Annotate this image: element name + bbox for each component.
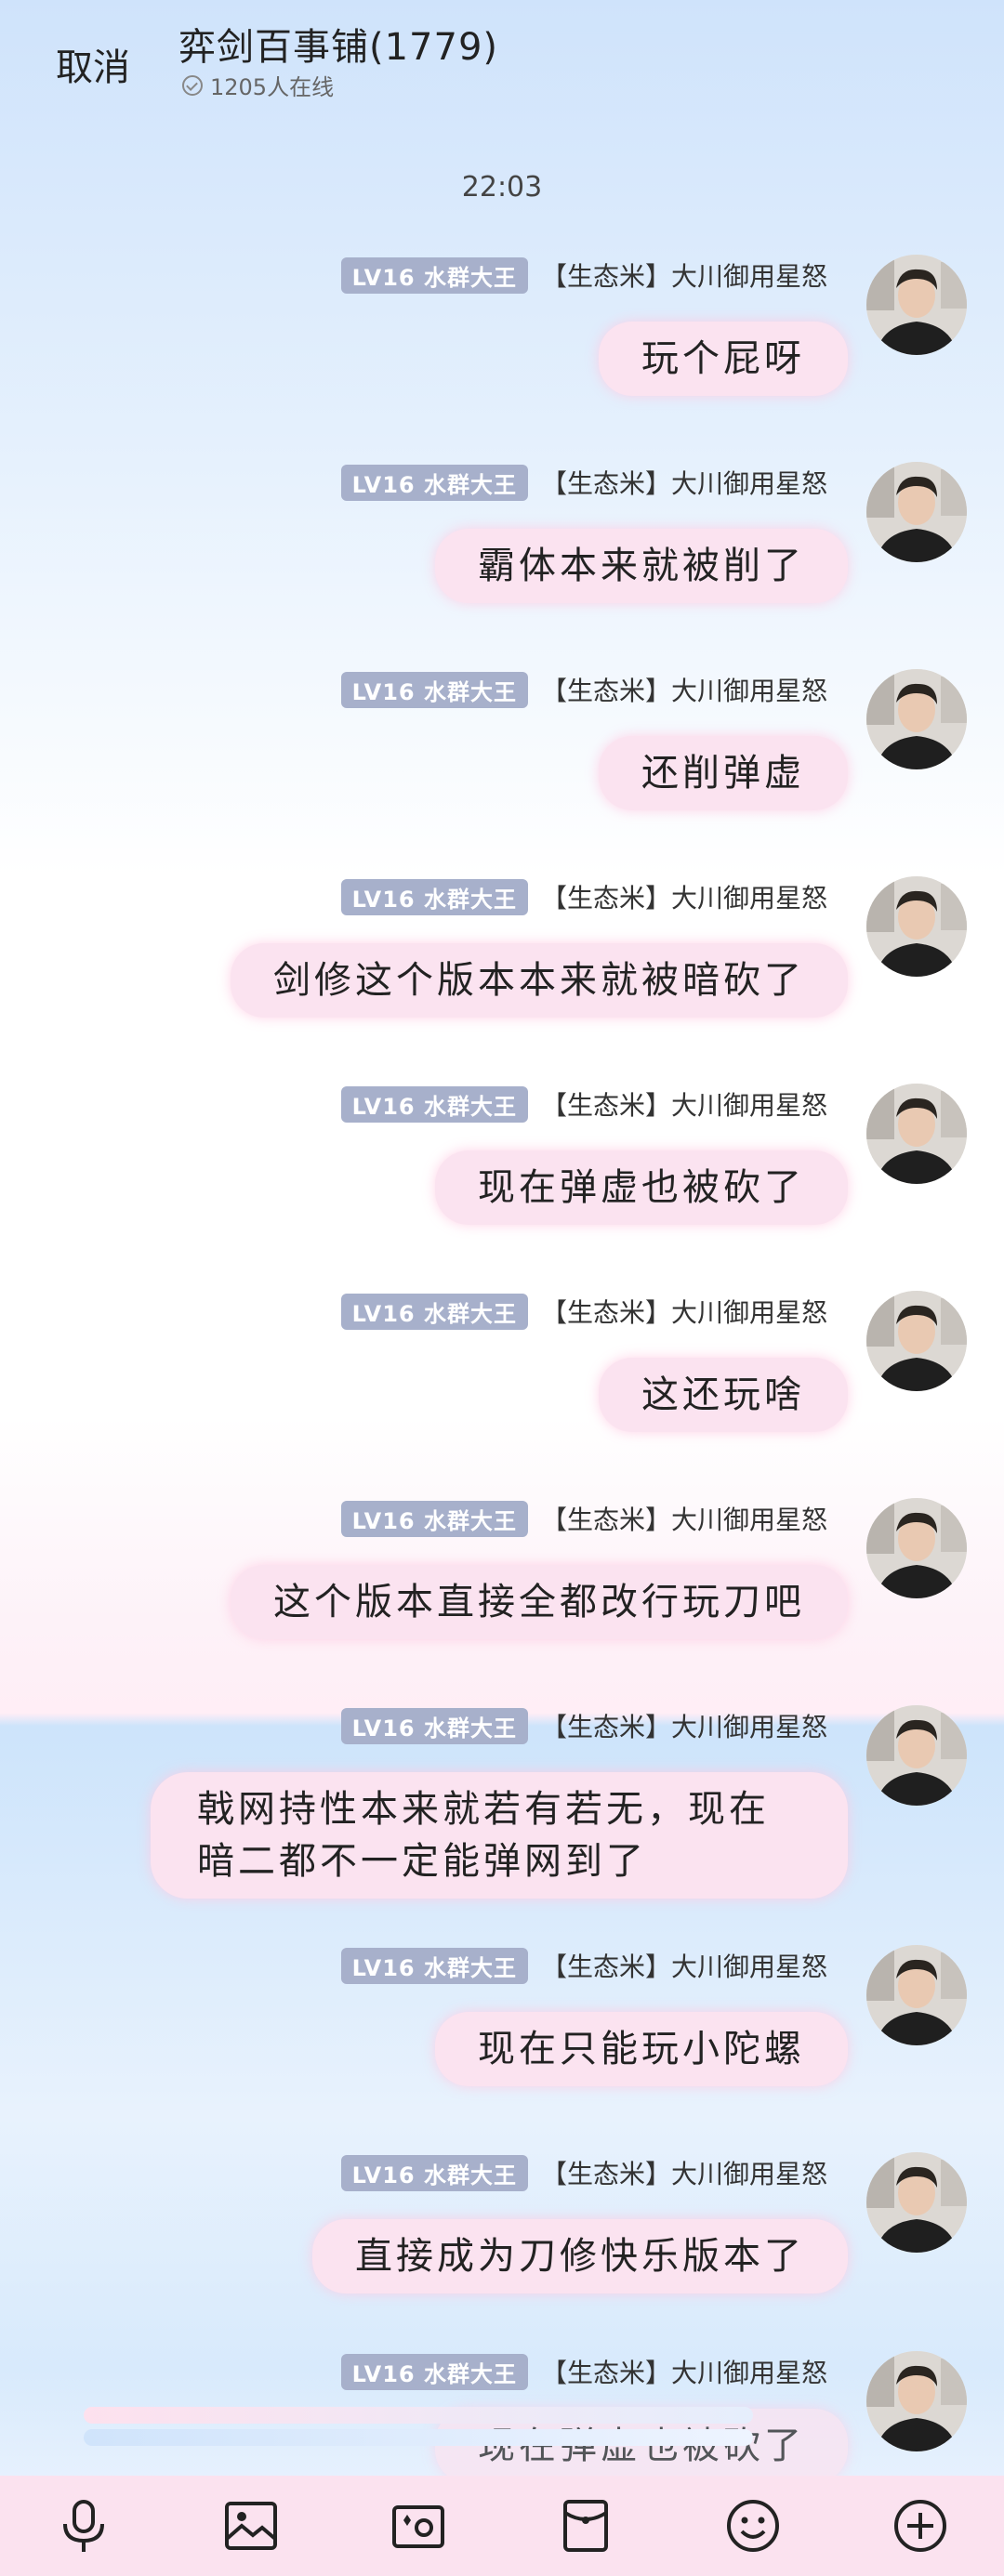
- message-bubble[interactable]: 还削弹虚: [599, 736, 848, 810]
- sender-name[interactable]: 【生态米】大川御用星怒: [541, 671, 827, 708]
- level-badge: LV16 水群大王: [340, 878, 528, 915]
- overlay-bar-pink: [84, 2407, 753, 2424]
- message-bubble[interactable]: 霸体本来就被削了: [435, 529, 848, 603]
- avatar[interactable]: [866, 1498, 967, 1598]
- message-meta: LV16 水群大王 【生态米】大川御用星怒: [340, 671, 827, 708]
- input-toolbar: [0, 2476, 1004, 2576]
- avatar[interactable]: [866, 1084, 967, 1184]
- avatar[interactable]: [866, 2152, 967, 2253]
- message-meta: LV16 水群大王 【生态米】大川御用星怒: [340, 464, 827, 501]
- avatar[interactable]: [866, 876, 967, 977]
- message-row: LV16 水群大王 【生态米】大川御用星怒 这还玩啥: [0, 1291, 1004, 1462]
- avatar[interactable]: [866, 1705, 967, 1806]
- message-meta: LV16 水群大王 【生态米】大川御用星怒: [340, 1085, 827, 1123]
- red-packet-icon[interactable]: [556, 2496, 615, 2556]
- camera-icon[interactable]: [389, 2496, 448, 2556]
- level-badge: LV16 水群大王: [340, 256, 528, 294]
- sender-name[interactable]: 【生态米】大川御用星怒: [541, 1707, 827, 1744]
- overlay-bar-blue: [84, 2429, 753, 2446]
- message-row: LV16 水群大王 【生态米】大川御用星怒 霸体本来就被削了: [0, 462, 1004, 633]
- message-row: LV16 水群大王 【生态米】大川御用星怒 玩个屁呀: [0, 255, 1004, 426]
- message-meta: LV16 水群大王 【生态米】大川御用星怒: [340, 1707, 827, 1744]
- message-meta: LV16 水群大王 【生态米】大川御用星怒: [340, 1500, 827, 1537]
- message-meta: LV16 水群大王 【生态米】大川御用星怒: [340, 1947, 827, 1984]
- level-badge: LV16 水群大王: [340, 671, 528, 708]
- sender-name[interactable]: 【生态米】大川御用星怒: [541, 2154, 827, 2191]
- microphone-icon[interactable]: [54, 2496, 113, 2556]
- avatar[interactable]: [866, 669, 967, 769]
- level-badge: LV16 水群大王: [340, 464, 528, 501]
- sender-name[interactable]: 【生态米】大川御用星怒: [541, 464, 827, 501]
- level-badge: LV16 水群大王: [340, 1085, 528, 1123]
- level-badge: LV16 水群大王: [340, 2154, 528, 2191]
- message-meta: LV16 水群大王 【生态米】大川御用星怒: [340, 2154, 827, 2191]
- message-bubble[interactable]: 现在只能玩小陀螺: [435, 2012, 848, 2086]
- message-row: LV16 水群大王 【生态米】大川御用星怒 戟网持性本来就若有若无，现在暗二都不…: [0, 1705, 1004, 1899]
- message-timestamp: 22:03: [461, 171, 543, 204]
- message-bubble[interactable]: 戟网持性本来就若有若无，现在暗二都不一定能弹网到了: [151, 1772, 848, 1899]
- avatar[interactable]: [866, 1945, 967, 2045]
- message-row: LV16 水群大王 【生态米】大川御用星怒 还削弹虚: [0, 669, 1004, 840]
- message-bubble[interactable]: 剑修这个版本本来就被暗砍了: [231, 943, 848, 1018]
- message-bubble[interactable]: 这还玩啥: [599, 1358, 848, 1432]
- online-count: 1205人在线: [210, 74, 335, 100]
- message-meta: LV16 水群大王 【生态米】大川御用星怒: [340, 1293, 827, 1330]
- message-row: LV16 水群大王 【生态米】大川御用星怒 直接成为刀修快乐版本了: [0, 2152, 1004, 2323]
- emoji-icon[interactable]: [723, 2496, 783, 2556]
- avatar[interactable]: [866, 255, 967, 355]
- online-status: 1205人在线: [182, 69, 334, 101]
- image-icon[interactable]: [221, 2496, 281, 2556]
- sender-name[interactable]: 【生态米】大川御用星怒: [541, 2353, 827, 2390]
- sender-name[interactable]: 【生态米】大川御用星怒: [541, 1947, 827, 1984]
- message-bubble[interactable]: 玩个屁呀: [599, 322, 848, 396]
- avatar[interactable]: [866, 1291, 967, 1391]
- message-meta: LV16 水群大王 【生态米】大川御用星怒: [340, 256, 827, 294]
- message-row: LV16 水群大王 【生态米】大川御用星怒 这个版本直接全都改行玩刀吧: [0, 1498, 1004, 1669]
- sender-name[interactable]: 【生态米】大川御用星怒: [541, 878, 827, 915]
- message-row: LV16 水群大王 【生态米】大川御用星怒 现在弹虚也被砍了: [0, 1084, 1004, 1255]
- check-circle-icon: [182, 74, 203, 96]
- message-bubble[interactable]: 现在弹虚也被砍了: [435, 1150, 848, 1225]
- level-badge: LV16 水群大王: [340, 1947, 528, 1984]
- message-bubble[interactable]: 直接成为刀修快乐版本了: [312, 2219, 848, 2293]
- level-badge: LV16 水群大王: [340, 2353, 528, 2390]
- avatar[interactable]: [866, 462, 967, 562]
- overlay-bars: [84, 2407, 753, 2446]
- cancel-button[interactable]: 取消: [56, 37, 130, 91]
- chat-header: 取消 弈剑百事铺(1779) 1205人在线: [0, 0, 1004, 112]
- sender-name[interactable]: 【生态米】大川御用星怒: [541, 256, 827, 294]
- sender-name[interactable]: 【生态米】大川御用星怒: [541, 1293, 827, 1330]
- message-meta: LV16 水群大王 【生态米】大川御用星怒: [340, 2353, 827, 2390]
- message-bubble[interactable]: 这个版本直接全都改行玩刀吧: [231, 1565, 848, 1639]
- avatar[interactable]: [866, 2351, 967, 2451]
- message-row: LV16 水群大王 【生态米】大川御用星怒 现在只能玩小陀螺: [0, 1945, 1004, 2116]
- message-meta: LV16 水群大王 【生态米】大川御用星怒: [340, 878, 827, 915]
- plus-icon[interactable]: [891, 2496, 950, 2556]
- level-badge: LV16 水群大王: [340, 1707, 528, 1744]
- sender-name[interactable]: 【生态米】大川御用星怒: [541, 1085, 827, 1123]
- sender-name[interactable]: 【生态米】大川御用星怒: [541, 1500, 827, 1537]
- level-badge: LV16 水群大王: [340, 1500, 528, 1537]
- group-title[interactable]: 弈剑百事铺(1779): [178, 17, 498, 71]
- message-row: LV16 水群大王 【生态米】大川御用星怒 剑修这个版本本来就被暗砍了: [0, 876, 1004, 1047]
- level-badge: LV16 水群大王: [340, 1293, 528, 1330]
